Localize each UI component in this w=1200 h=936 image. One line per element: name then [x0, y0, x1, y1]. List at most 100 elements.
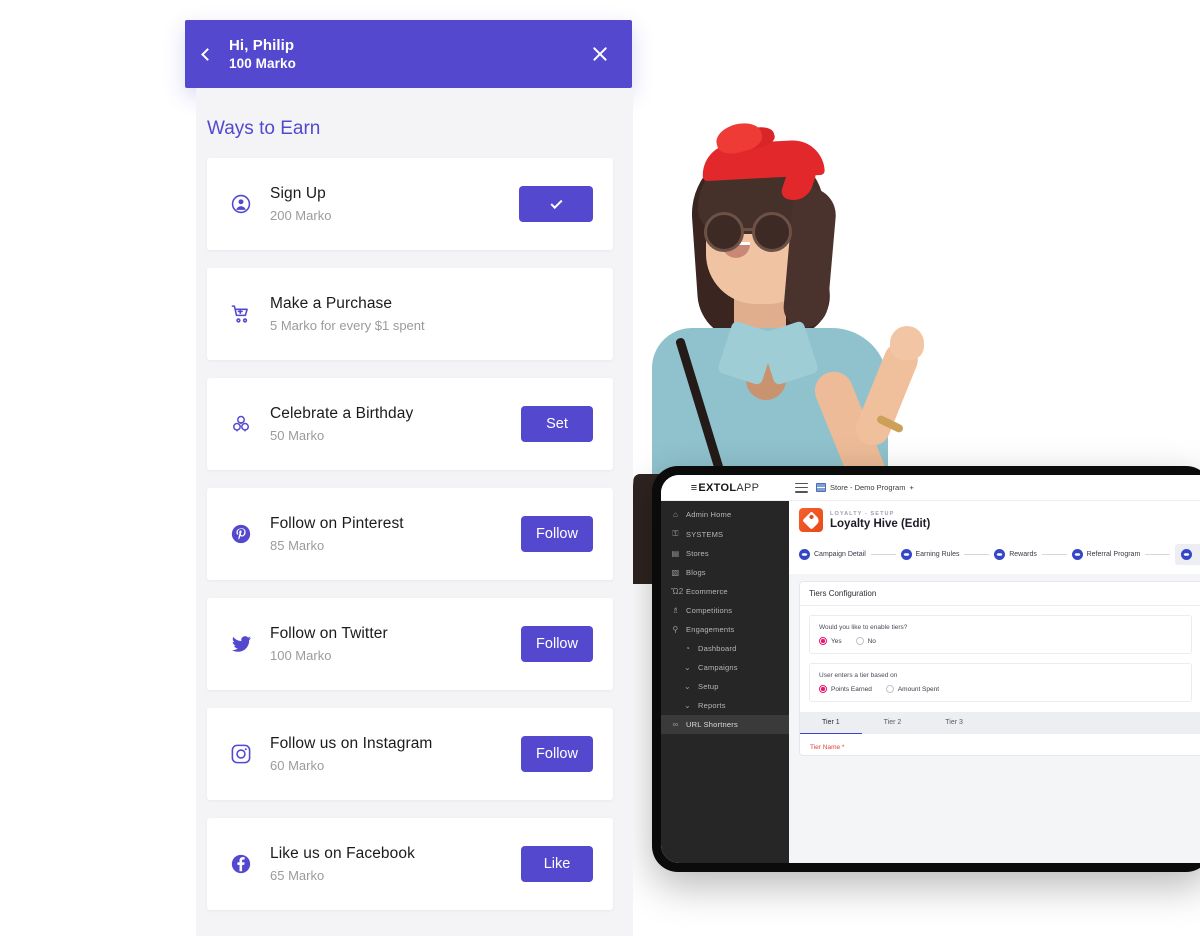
link-icon: ∞ — [672, 720, 679, 729]
earn-action-button-set[interactable]: Set — [521, 406, 593, 442]
sidebar-item-label: SYSTEMS — [686, 529, 724, 539]
radio-dot — [885, 685, 894, 693]
earn-action-button-follow[interactable]: Follow — [521, 626, 593, 662]
sidebar-item-dashboard[interactable]: ◔ Dashboard — [661, 639, 789, 658]
close-icon[interactable] — [590, 44, 610, 64]
chevron-left-icon — [201, 47, 214, 61]
tablet-screen: ≡ EXTOL APP Store - Demo Program + ⌂ Admin … — [661, 475, 1200, 863]
check-icon — [549, 196, 563, 209]
points-balance: 100 Marko — [229, 55, 296, 71]
sidebar-item-reports[interactable]: ⌄ Reports — [661, 696, 789, 715]
step-check-icon — [799, 549, 810, 560]
earn-title: Follow on Twitter — [270, 625, 388, 642]
app-logo-mark: ≡ — [690, 481, 698, 494]
chevron-down-icon: ⌄ — [684, 682, 691, 691]
earn-card: Follow on Twitter 100 Marko Follow — [207, 598, 613, 690]
back-button[interactable] — [201, 47, 229, 61]
cart-icon: Ὥ2 — [671, 587, 684, 596]
radio-dot — [819, 637, 827, 645]
sidebar-item-label: Reports — [698, 701, 726, 710]
wizard-step-label: Earning Rules — [915, 551, 960, 558]
model-bandana-tail — [779, 152, 821, 206]
earn-action-button-follow[interactable]: Follow — [521, 736, 593, 772]
earn-action-button-like[interactable]: Like — [521, 846, 593, 882]
step-connector — [1145, 554, 1171, 555]
store-selector[interactable]: Store - Demo Program + — [816, 483, 914, 492]
sidebar-item-label: Blogs — [686, 568, 706, 577]
earn-text: Like us on Facebook 65 Marko — [270, 845, 521, 883]
earn-title: Celebrate a Birthday — [270, 405, 414, 422]
earn-action-button-follow[interactable]: Follow — [521, 516, 593, 552]
sidebar-item-ecommerce[interactable]: Ὥ2 Ecommerce — [661, 582, 789, 601]
sidebar-item-competitions[interactable]: ♗ Competitions — [661, 601, 789, 620]
greeting-text: Hi, Philip — [229, 36, 295, 54]
page-kicker: LOYALTY - SETUP — [830, 510, 895, 517]
user-circle-icon — [231, 194, 251, 214]
radio-option-yes[interactable]: Yes — [819, 637, 842, 645]
earn-subtitle: 60 Marko — [270, 758, 325, 773]
radio-label: No — [867, 637, 876, 645]
instagram-icon — [230, 743, 270, 765]
wizard-step-rewards[interactable]: Rewards — [994, 549, 1037, 560]
wizard-step-campaign-detail[interactable]: Campaign Detail — [799, 549, 866, 560]
chevron-down-icon: ⌄ — [684, 701, 691, 710]
earn-text: Make a Purchase 5 Marko for every $1 spen… — [270, 295, 593, 333]
model-collar-right — [758, 320, 820, 386]
sidebar-item-engagements[interactable]: ⚲ Engagements — [661, 620, 789, 639]
admin-main: LOYALTY - SETUP Loyalty Hive (Edit) Camp… — [789, 501, 1200, 863]
wizard-step-next[interactable] — [1175, 544, 1200, 565]
earn-title: Follow us on Instagram — [270, 735, 433, 752]
sidebar-item-label: Admin Home — [686, 510, 732, 519]
radio-label: Amount Spent — [897, 685, 940, 693]
sidebar-item-url-shortners[interactable]: ∞ URL Shortners — [661, 715, 789, 734]
ways-to-earn-list: Sign Up 200 Marko Make a Purchase 5 Marko f… — [196, 158, 633, 910]
section-title: Ways to Earn — [207, 118, 321, 139]
wizard-step-label: Campaign Detail — [814, 551, 866, 558]
wizard-step-earning-rules[interactable]: Earning Rules — [900, 549, 960, 560]
sidebar-item-setup[interactable]: ⌄ Setup — [661, 677, 789, 696]
step-connector — [964, 554, 990, 555]
radio-option-amount-spent[interactable]: Amount Spent — [885, 685, 940, 693]
earn-subtitle: 200 Marko — [270, 208, 332, 223]
earn-card: Sign Up 200 Marko — [207, 158, 613, 250]
model-chest — [746, 338, 786, 400]
step-check-icon — [1181, 549, 1193, 560]
instagram-icon — [231, 744, 251, 764]
balloons-icon — [230, 413, 270, 435]
radio-dot — [855, 637, 864, 645]
tab-tier-2[interactable]: Tier 2 — [862, 712, 924, 734]
wizard-step-label: Rewards — [1009, 551, 1037, 558]
tab-tier-3[interactable]: Tier 3 — [923, 712, 985, 734]
sidebar-item-label: Campaigns — [698, 663, 738, 672]
hamburger-icon[interactable] — [795, 482, 808, 493]
facebook-icon — [231, 854, 251, 874]
wizard-step-referral-program[interactable]: Referral Program — [1071, 549, 1140, 560]
earn-subtitle: 100 Marko — [270, 648, 332, 663]
sidebar-item-stores[interactable]: ▤ Stores — [661, 544, 789, 563]
model-forearm — [851, 337, 923, 451]
tier-fields: Would you like to enable tiers? Yes No User… — [800, 615, 1200, 702]
key-icon: ⚿ — [672, 529, 679, 538]
sidebar-item-admin-home[interactable]: ⌂ Admin Home — [661, 505, 789, 524]
model-bracelet — [875, 414, 905, 434]
earn-subtitle: 65 Marko — [270, 868, 325, 883]
twitter-icon — [231, 635, 252, 652]
earn-title: Make a Purchase — [270, 295, 393, 312]
cart-plus-icon — [230, 303, 270, 325]
home-icon: ⌂ — [672, 510, 679, 519]
sidebar-item-systems[interactable]: ⚿ SYSTEMS — [661, 524, 789, 544]
radio-option-no[interactable]: No — [855, 637, 876, 645]
radio-group: Yes No — [819, 637, 1182, 645]
model-hair-top — [698, 150, 824, 234]
earn-title: Sign Up — [270, 185, 326, 202]
sidebar-item-blogs[interactable]: ▧ Blogs — [661, 563, 789, 582]
sidebar-item-label: Stores — [686, 549, 709, 558]
sidebar-item-label: URL Shortners — [686, 720, 738, 729]
sidebar-item-campaigns[interactable]: ⌄ Campaigns — [661, 658, 789, 677]
tab-tier-1[interactable]: Tier 1 — [800, 712, 862, 734]
tier-field: User enters a tier based on Points Earned… — [809, 663, 1192, 702]
chevron-down-icon: ⌄ — [684, 663, 691, 672]
earn-completed-button[interactable] — [519, 186, 593, 222]
loyalty-tag-icon — [799, 508, 823, 532]
radio-option-points-earned[interactable]: Points Earned — [819, 685, 872, 693]
